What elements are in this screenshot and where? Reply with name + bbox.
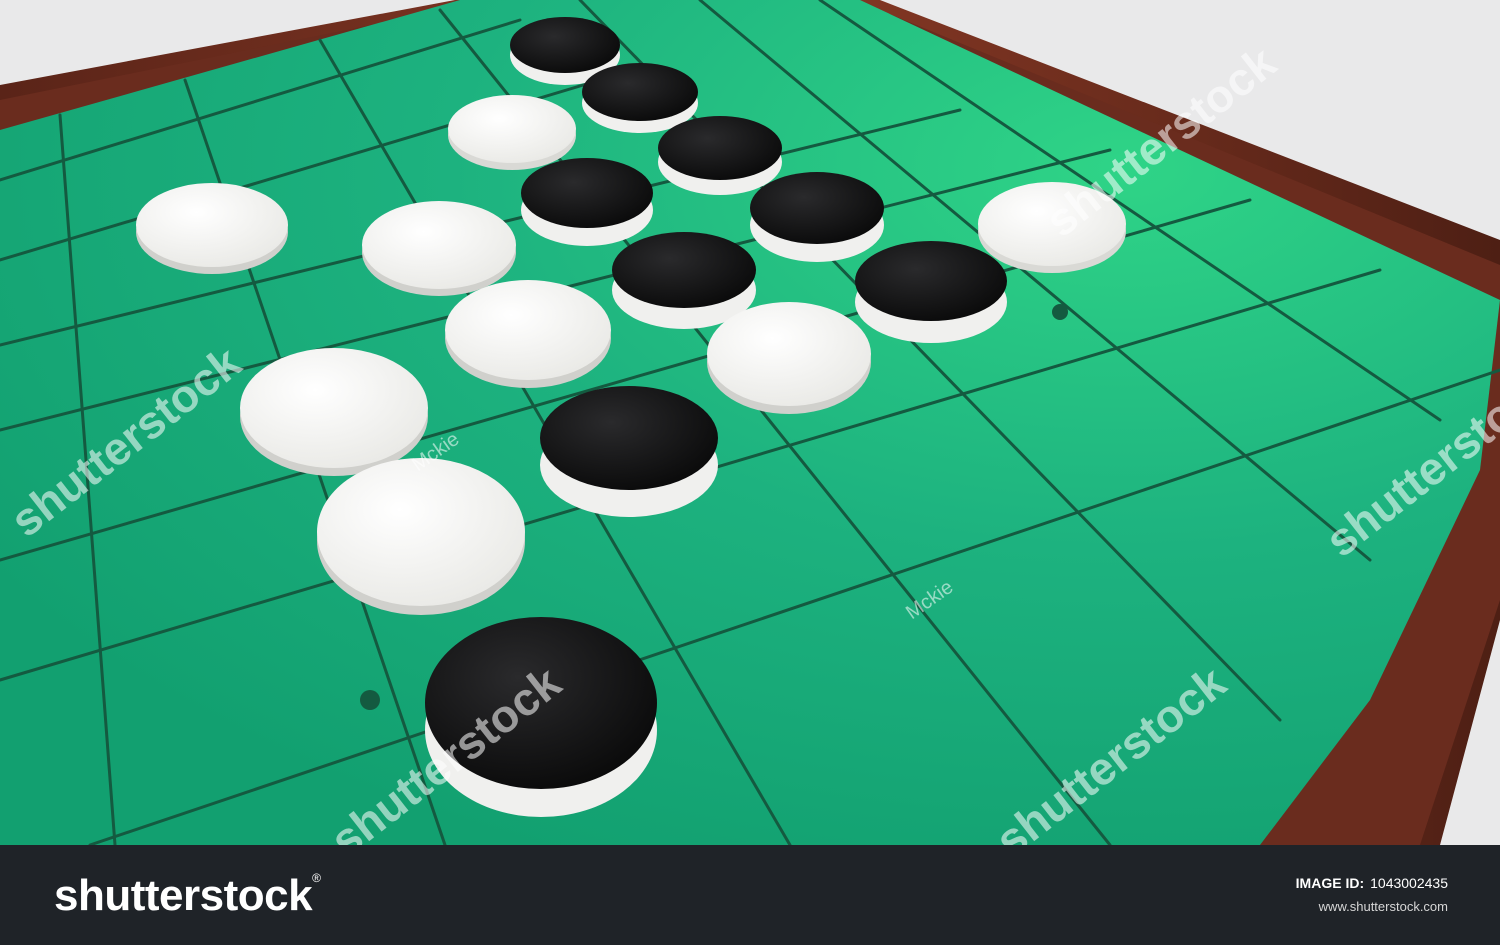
image-id-label: IMAGE ID:	[1295, 875, 1365, 891]
grid-star-point	[360, 690, 380, 710]
logo-text: shutterstock	[54, 871, 313, 920]
stock-footer: shutterstock® IMAGE ID: 1043002435 www.sh…	[0, 845, 1500, 945]
white-disc	[362, 201, 516, 296]
black-disc	[540, 386, 718, 517]
white-disc	[317, 458, 525, 615]
shutterstock-logo: shutterstock®	[54, 871, 321, 921]
white-disc	[445, 280, 611, 388]
image-id-row: IMAGE ID: 1043002435	[1296, 875, 1448, 891]
white-disc	[707, 302, 871, 414]
logo-mark: ®	[312, 871, 321, 885]
black-disc	[425, 617, 657, 817]
grid-star-point	[1052, 304, 1068, 320]
black-disc	[612, 232, 756, 329]
image-id-value: 1043002435	[1370, 875, 1448, 891]
white-disc	[978, 182, 1126, 273]
black-disc	[582, 63, 698, 133]
site-url: www.shutterstock.com	[1318, 899, 1448, 914]
image-info: IMAGE ID: 1043002435 www.shutterstock.com	[1296, 875, 1448, 914]
black-disc	[521, 158, 653, 246]
black-disc	[855, 241, 1007, 343]
black-disc	[750, 172, 884, 262]
white-disc	[448, 95, 576, 170]
othello-board-photo	[0, 0, 1500, 845]
black-disc	[658, 116, 782, 195]
white-disc	[240, 348, 428, 476]
white-disc	[136, 183, 288, 274]
